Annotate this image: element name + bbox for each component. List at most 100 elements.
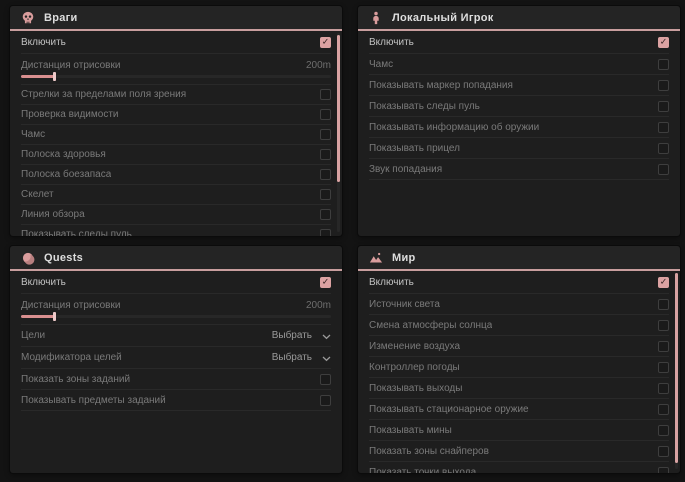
slider-label: Дистанция отрисовки (21, 300, 120, 311)
checkbox-unchecked[interactable] (658, 362, 669, 373)
panel-quests: Quests Включить✓Дистанция отрисовки200mЦ… (10, 246, 342, 473)
scrollbar-track[interactable] (675, 273, 678, 469)
toggle-label: Показывать следы пуль (21, 229, 132, 236)
checkbox-checked[interactable]: ✓ (658, 37, 669, 48)
toggle-label: Показывать маркер попадания (369, 80, 513, 91)
checkbox-unchecked[interactable] (320, 395, 331, 406)
panel-world: Мир Включить✓Источник светаСмена атмосфе… (358, 246, 680, 473)
toggle-row[interactable]: Проверка видимости (21, 105, 331, 125)
toggle-row[interactable]: Чамс (21, 125, 331, 145)
toggle-label: Скелет (21, 189, 54, 200)
toggle-row[interactable]: Показывать маркер попадания (369, 75, 669, 96)
toggle-row[interactable]: Линия обзора (21, 205, 331, 225)
checkbox-unchecked[interactable] (320, 374, 331, 385)
checkbox-unchecked[interactable] (658, 404, 669, 415)
toggle-row[interactable]: Включить✓ (21, 31, 331, 54)
toggle-label: Показывать следы пуль (369, 101, 480, 112)
checkbox-unchecked[interactable] (658, 467, 669, 474)
orb-icon (20, 250, 35, 265)
toggle-label: Полоска здоровья (21, 149, 106, 160)
checkbox-unchecked[interactable] (320, 229, 331, 236)
toggle-label: Линия обзора (21, 209, 85, 220)
checkbox-unchecked[interactable] (658, 101, 669, 112)
checkbox-unchecked[interactable] (658, 164, 669, 175)
scrollbar-thumb[interactable] (337, 35, 340, 182)
toggle-label: Чамс (369, 59, 393, 70)
checkbox-unchecked[interactable] (658, 425, 669, 436)
checkbox-unchecked[interactable] (320, 109, 331, 120)
checkbox-unchecked[interactable] (658, 446, 669, 457)
panel-enemies-header[interactable]: Враги (10, 6, 342, 31)
toggle-row[interactable]: Скелет (21, 185, 331, 205)
toggle-label: Включить (369, 37, 414, 48)
toggle-row[interactable]: Включить ✓ (369, 31, 669, 54)
panel-local-player-header[interactable]: Локальный Игрок (358, 6, 680, 31)
checkbox-unchecked[interactable] (658, 143, 669, 154)
slider-handle[interactable] (53, 72, 56, 81)
panel-world-body: Включить✓Источник светаСмена атмосферы с… (358, 271, 680, 473)
checkbox-unchecked[interactable] (658, 59, 669, 70)
toggle-label: Показывать выходы (369, 383, 462, 394)
slider-fill (21, 75, 55, 78)
toggle-row[interactable]: Показывать прицел (369, 138, 669, 159)
toggle-row[interactable]: Источник света (369, 294, 669, 315)
slider-track[interactable] (21, 315, 331, 318)
toggle-row[interactable]: Показывать предметы заданий (21, 390, 331, 411)
toggle-row[interactable]: Показывать следы пуль (21, 225, 331, 236)
toggle-row[interactable]: Показать зоны заданий (21, 369, 331, 390)
checkbox-unchecked[interactable] (658, 341, 669, 352)
toggle-label: Показать зоны заданий (21, 374, 130, 385)
slider-value: 200m (306, 300, 331, 311)
cheat-menu-overlay: Враги Включить✓Дистанция отрисовки200mСт… (0, 0, 685, 482)
toggle-label: Показывать информацию об оружии (369, 122, 539, 133)
select-button[interactable]: Выбрать (272, 327, 331, 345)
toggle-row[interactable]: Показывать выходы (369, 378, 669, 399)
toggle-row[interactable]: Изменение воздуха (369, 336, 669, 357)
checkbox-unchecked[interactable] (658, 122, 669, 133)
toggle-row[interactable]: Показывать стационарное оружие (369, 399, 669, 420)
slider-track[interactable] (21, 75, 331, 78)
toggle-row[interactable]: Включить ✓ (21, 271, 331, 294)
panel-title: Локальный Игрок (392, 12, 494, 24)
toggle-row[interactable]: Показывать информацию об оружии (369, 117, 669, 138)
checkbox-unchecked[interactable] (320, 149, 331, 160)
select-button[interactable]: Выбрать (272, 349, 331, 367)
checkbox-unchecked[interactable] (320, 129, 331, 140)
toggle-row[interactable]: Показывать мины (369, 420, 669, 441)
toggle-row[interactable]: Включить✓ (369, 271, 669, 294)
panel-quests-header[interactable]: Quests (10, 246, 342, 271)
checkbox-checked[interactable]: ✓ (320, 277, 331, 288)
toggle-label: Проверка видимости (21, 109, 119, 120)
check-icon: ✓ (322, 277, 330, 286)
scrollbar-track[interactable] (337, 33, 340, 232)
checkbox-unchecked[interactable] (320, 189, 331, 200)
toggle-row[interactable]: Смена атмосферы солнца (369, 315, 669, 336)
toggle-row[interactable]: Показать зоны снайперов (369, 441, 669, 462)
toggle-row[interactable]: Показать точки выхода (369, 462, 669, 473)
toggle-label: Стрелки за пределами поля зрения (21, 89, 186, 100)
toggle-row[interactable]: Полоска здоровья (21, 145, 331, 165)
toggle-row[interactable]: Полоска боезапаса (21, 165, 331, 185)
scrollbar-thumb[interactable] (675, 273, 678, 463)
checkbox-unchecked[interactable] (320, 209, 331, 220)
select-label: Модификатора целей (21, 352, 122, 363)
toggle-row[interactable]: Звук попадания (369, 159, 669, 180)
toggle-row[interactable]: Контроллер погоды (369, 357, 669, 378)
slider-handle[interactable] (53, 312, 56, 321)
checkbox-unchecked[interactable] (658, 80, 669, 91)
checkbox-unchecked[interactable] (658, 320, 669, 331)
checkbox-unchecked[interactable] (320, 89, 331, 100)
checkbox-unchecked[interactable] (320, 169, 331, 180)
checkbox-checked[interactable]: ✓ (658, 277, 669, 288)
checkbox-unchecked[interactable] (658, 299, 669, 310)
toggle-row[interactable]: Стрелки за пределами поля зрения (21, 85, 331, 105)
toggle-label: Показывать мины (369, 425, 452, 436)
checkbox-unchecked[interactable] (658, 383, 669, 394)
checkbox-checked[interactable]: ✓ (320, 37, 331, 48)
panel-enemies-body: Включить✓Дистанция отрисовки200mСтрелки … (10, 31, 342, 236)
toggle-row[interactable]: Чамс (369, 54, 669, 75)
panel-world-header[interactable]: Мир (358, 246, 680, 271)
toggle-row[interactable]: Показывать следы пуль (369, 96, 669, 117)
panel-local-player-body: Включить ✓ Чамс Показывать маркер попадания… (358, 31, 680, 236)
toggle-label: Включить (21, 277, 66, 288)
